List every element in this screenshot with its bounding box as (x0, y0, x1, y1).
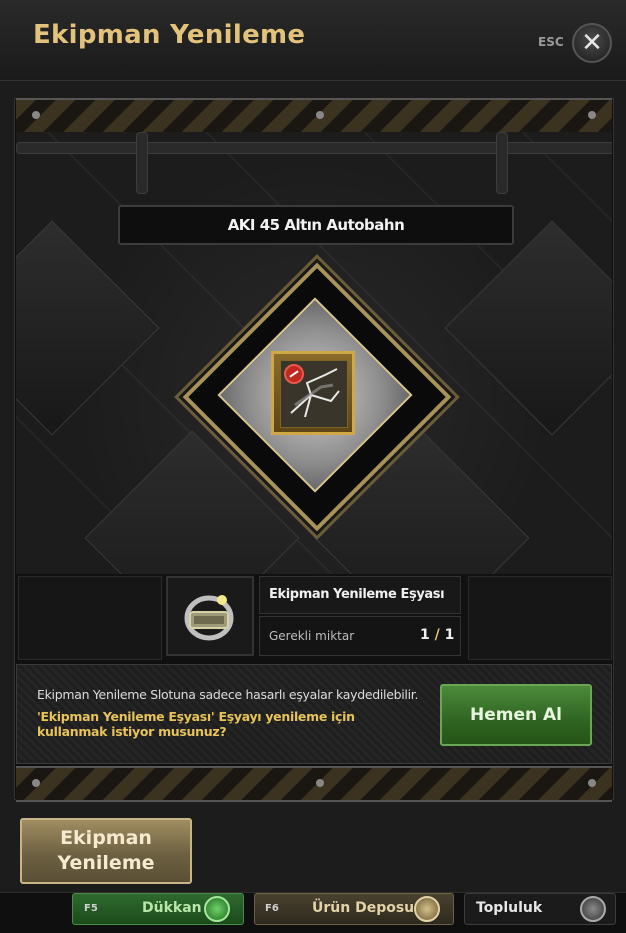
buy-now-button[interactable]: Hemen Al (440, 684, 592, 746)
pipe (496, 132, 508, 194)
storage-hotkey: F6 (265, 903, 279, 914)
equipment-renewal-window: Ekipman Yenileme ESC ✕ AKI 45 Altın Auto… (0, 0, 626, 933)
pipe (16, 142, 612, 154)
empty-slot-left (18, 576, 162, 660)
material-name: Ekipman Yenileme Eşyası (259, 576, 461, 614)
damaged-item-slot[interactable] (271, 351, 355, 435)
hazard-stripe-top (16, 98, 612, 134)
rivet (32, 779, 40, 787)
rivet (588, 779, 596, 787)
storage-icon (414, 896, 440, 922)
shop-icon (204, 896, 230, 922)
empty-slot-right (468, 576, 612, 660)
close-button[interactable]: ✕ (572, 23, 612, 63)
close-icon: ✕ (581, 28, 603, 58)
material-slot[interactable] (166, 576, 254, 656)
community-icon (580, 896, 606, 922)
esc-label: ESC (538, 35, 564, 49)
info-message: Ekipman Yenileme Slotuna sadece hasarlı … (37, 687, 419, 702)
floor-tile (16, 220, 160, 436)
community-label: Topluluk (476, 900, 543, 916)
rivet (588, 111, 596, 119)
window-title: Ekipman Yenileme (33, 20, 306, 50)
title-bar: Ekipman Yenileme ESC ✕ (0, 0, 626, 81)
prohibited-icon (284, 364, 304, 384)
item-name: AKI 45 Altın Autobahn (227, 216, 405, 234)
repair-kit-icon (178, 586, 240, 646)
count-separator: / (429, 627, 445, 643)
item-name-box: AKI 45 Altın Autobahn (118, 205, 514, 245)
shop-hotkey: F5 (84, 903, 98, 914)
rivet (316, 779, 324, 787)
material-count: 1 / 1 (420, 627, 454, 643)
confirm-question: 'Ekipman Yenileme Eşyası' Eşyayı yenilem… (37, 709, 355, 739)
storage-label: Ürün Deposu (312, 900, 415, 916)
renew-label: Ekipman Yenileme (57, 827, 155, 874)
required-count: 1 (444, 627, 455, 643)
rivet (316, 111, 324, 119)
shop-label: Dükkan (142, 900, 202, 916)
owned-count: 1 (420, 627, 430, 643)
rivet (32, 111, 40, 119)
floor-tile (444, 220, 612, 436)
hazard-stripe-bottom (16, 766, 612, 802)
buy-now-label: Hemen Al (469, 705, 562, 725)
renew-equipment-button[interactable]: Ekipman Yenileme (20, 818, 192, 884)
pipe (136, 132, 148, 194)
